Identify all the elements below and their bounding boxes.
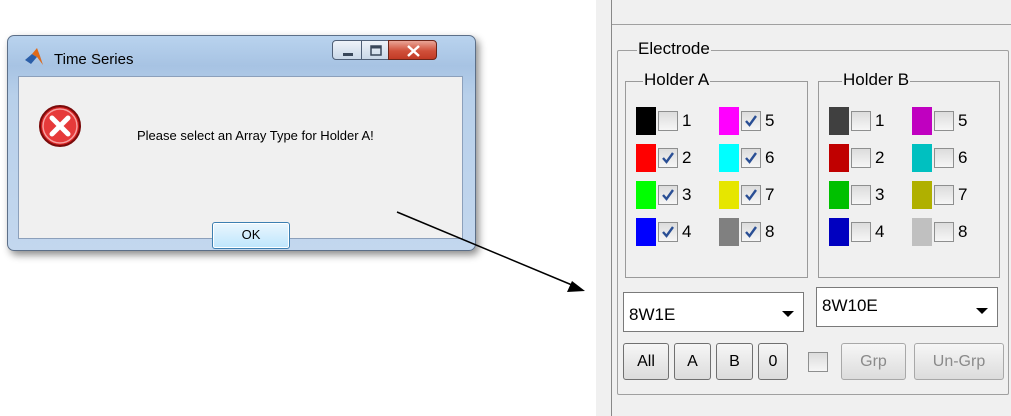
holder-a-channel-1-checkbox[interactable]: [658, 111, 678, 131]
holder-a-channel-7-swatch: [719, 181, 739, 209]
holder-b-channel-4-checkbox[interactable]: [851, 222, 871, 242]
holder-b-array-select[interactable]: 8W10E: [816, 287, 998, 327]
holder-b-channel-6-checkbox[interactable]: [934, 148, 954, 168]
holder-b-channel-6-swatch: [912, 144, 932, 172]
holder-b-channel-3-checkbox[interactable]: [851, 185, 871, 205]
chevron-down-icon[interactable]: [972, 300, 992, 320]
checkmark-icon: [662, 152, 674, 164]
holder-b-channel-6-label: 6: [958, 148, 968, 167]
holder-a-channel-3-label: 3: [682, 185, 692, 204]
holder-a-channel-4-swatch: [636, 218, 656, 246]
holder-a-channel-8-swatch: [719, 218, 739, 246]
b-button[interactable]: B: [716, 343, 753, 380]
holder-a-channel-7-label: 7: [765, 185, 775, 204]
panel-top-area: [612, 0, 1011, 24]
holder-a-channel-3-checkbox[interactable]: [658, 185, 678, 205]
holder-b-channel-7-label: 7: [958, 185, 968, 204]
chevron-down-icon[interactable]: [778, 303, 798, 323]
holder-a-channel-7-checkbox[interactable]: [741, 185, 761, 205]
holder-a-channel-4-checkbox[interactable]: [658, 222, 678, 242]
holder-a-channel-5-checkbox[interactable]: [741, 111, 761, 131]
holder-b-channel-1-label: 1: [875, 111, 885, 130]
a-button[interactable]: A: [674, 343, 711, 380]
all-button[interactable]: All: [623, 343, 669, 380]
holder-a-channel-1-swatch: [636, 107, 656, 135]
holder-a-channel-6-label: 6: [765, 148, 775, 167]
holder-a-channel-4-label: 4: [682, 222, 692, 241]
holder-b-channel-1-swatch: [829, 107, 849, 135]
holder-a-channel-5-swatch: [719, 107, 739, 135]
holder-b-channel-4-swatch: [829, 218, 849, 246]
holder-b-channel-7-swatch: [912, 181, 932, 209]
holder-a-channel-6-checkbox[interactable]: [741, 148, 761, 168]
checkmark-icon: [745, 115, 757, 127]
holder-a-array-value: 8W1E: [629, 305, 676, 324]
checkmark-icon: [662, 226, 674, 238]
checkmark-icon: [745, 189, 757, 201]
holder-a-channel-1-label: 1: [682, 111, 692, 130]
holder-a-channel-2-label: 2: [682, 148, 692, 167]
holder-b-title: Holder B: [842, 70, 911, 89]
holder-b-channel-5-label: 5: [958, 111, 968, 130]
grp-button[interactable]: Grp: [841, 343, 906, 380]
checkmark-icon: [745, 152, 757, 164]
holder-b-channel-8-swatch: [912, 218, 932, 246]
holder-b-channel-5-checkbox[interactable]: [934, 111, 954, 131]
holder-b-channel-2-label: 2: [875, 148, 885, 167]
holder-b-channel-8-checkbox[interactable]: [934, 222, 954, 242]
holder-a-channel-6-swatch: [719, 144, 739, 172]
holder-a-channel-8-label: 8: [765, 222, 775, 241]
divider: [612, 24, 1011, 25]
holder-b-channel-5-swatch: [912, 107, 932, 135]
zero-button[interactable]: 0: [758, 343, 788, 380]
holder-a-channel-5-label: 5: [765, 111, 775, 130]
holder-b-channel-3-label: 3: [875, 185, 885, 204]
holder-a-channel-2-checkbox[interactable]: [658, 148, 678, 168]
holder-a-title: Holder A: [643, 70, 711, 89]
holder-b-channel-1-checkbox[interactable]: [851, 111, 871, 131]
holder-b-channel-3-swatch: [829, 181, 849, 209]
holder-a-array-select[interactable]: 8W1E: [623, 292, 804, 332]
checkmark-icon: [662, 189, 674, 201]
panel-left-edge: [611, 0, 612, 416]
holder-b-channel-2-swatch: [829, 144, 849, 172]
group-checkbox[interactable]: [808, 352, 828, 372]
holder-b-channel-8-label: 8: [958, 222, 968, 241]
holder-a-channel-2-swatch: [636, 144, 656, 172]
holder-b-array-value: 8W10E: [822, 296, 878, 315]
holder-b-channel-7-checkbox[interactable]: [934, 185, 954, 205]
holder-b-channel-4-label: 4: [875, 222, 885, 241]
holder-a-channel-3-swatch: [636, 181, 656, 209]
holder-b-channel-2-checkbox[interactable]: [851, 148, 871, 168]
checkmark-icon: [745, 226, 757, 238]
electrode-group-title: Electrode: [637, 39, 711, 58]
holder-a-channel-8-checkbox[interactable]: [741, 222, 761, 242]
ungrp-button[interactable]: Un-Grp: [914, 343, 1004, 380]
